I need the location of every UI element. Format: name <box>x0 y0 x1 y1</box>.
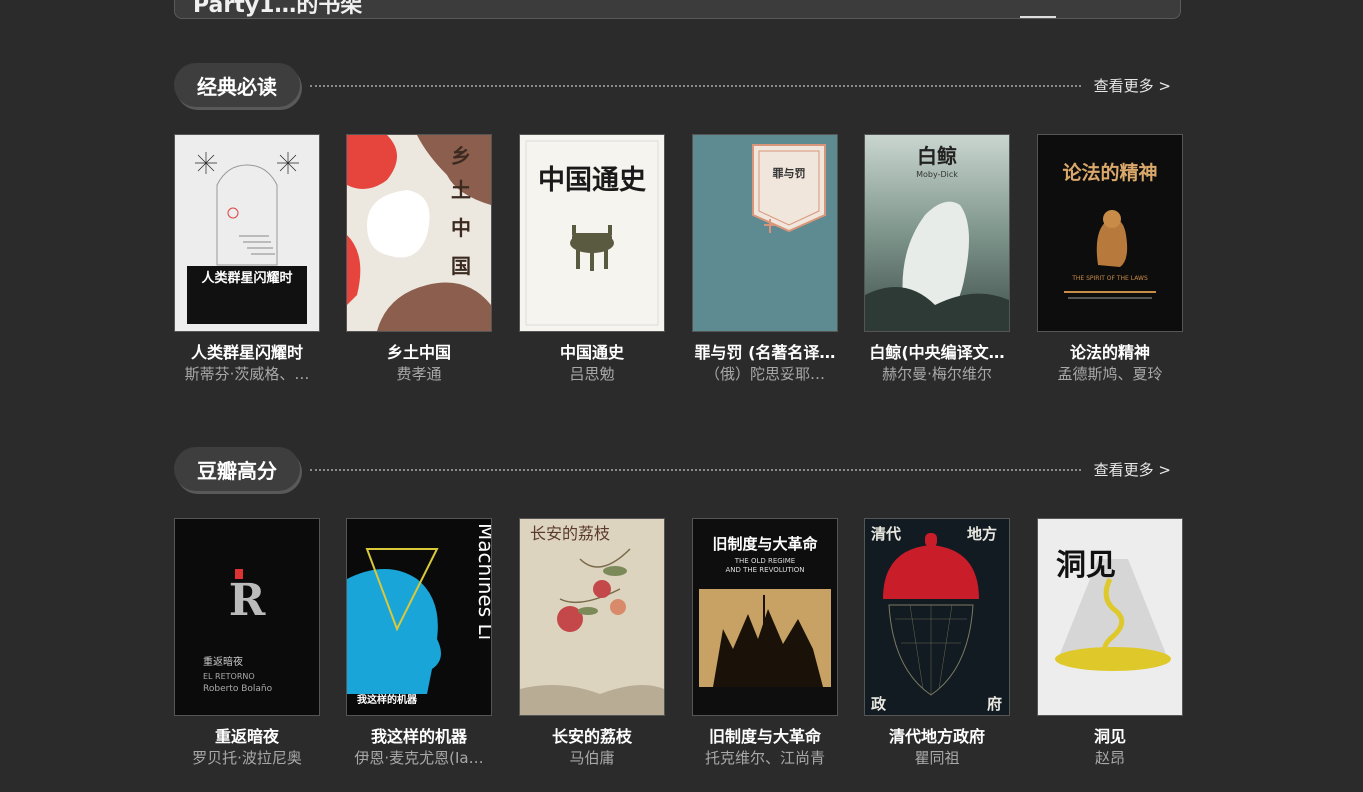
book-cover[interactable]: 洞见 <box>1037 518 1183 716</box>
svg-text:THE SPIRIT OF THE LAWS: THE SPIRIT OF THE LAWS <box>1071 275 1148 282</box>
book-author: 托克维尔、江尚青 <box>704 749 825 767</box>
book-cover[interactable]: 乡 土 中 国 <box>346 134 492 332</box>
cover-title: 白鲸 <box>917 144 957 168</box>
see-more-link[interactable]: 查看更多 > <box>1094 75 1171 96</box>
see-more-link[interactable]: 查看更多 > <box>1094 459 1171 480</box>
book-card[interactable]: 人类群星闪耀时 人类群星闪耀时 斯蒂芬·茨威格、… <box>174 134 320 384</box>
book-cover[interactable]: 旧制度与大革命 THE OLD REGIME AND THE REVOLUTIO… <box>692 518 838 716</box>
svg-text:EL RETORNO: EL RETORNO <box>203 672 255 681</box>
book-title[interactable]: 旧制度与大革命 <box>692 723 838 745</box>
book-title[interactable]: 长安的荔枝 <box>519 723 665 745</box>
book-card[interactable]: 中国通史 中国通史 吕思勉 <box>519 134 665 384</box>
book-author: 伊恩·麦克尤恩(Ia… <box>354 749 484 767</box>
book-card[interactable]: R 重返暗夜 EL RETORNO Roberto Bolaño 重返暗夜 罗贝… <box>174 518 320 768</box>
cover-title: 长安的荔枝 <box>530 524 610 543</box>
divider <box>310 85 1081 87</box>
book-cover[interactable]: 白鲸 Moby-Dick <box>864 134 1010 332</box>
svg-text:THE OLD REGIME: THE OLD REGIME <box>734 557 795 565</box>
svg-text:Moby-Dick: Moby-Dick <box>916 170 958 179</box>
book-author: 赫尔曼·梅尔维尔 <box>882 365 992 383</box>
book-title[interactable]: 乡土中国 <box>346 339 492 361</box>
book-cover[interactable]: 长安的荔枝 <box>519 518 665 716</box>
book-card[interactable]: 长安的荔枝 长安的荔枝 马伯庸 <box>519 518 665 768</box>
book-author: 费孝通 <box>396 365 442 383</box>
cover-title: 我这样的机器 <box>357 693 418 706</box>
book-list: 人类群星闪耀时 人类群星闪耀时 斯蒂芬·茨威格、… 乡 土 中 国 乡土中国 费… <box>174 134 1183 384</box>
book-author: 吕思勉 <box>569 365 615 383</box>
book-card[interactable]: 罪与罚 罪与罚 (名著名译… （俄）陀思妥耶… <box>692 134 838 384</box>
cover-title: 洞见 <box>1056 548 1116 583</box>
section-douban-top: 豆瓣高分 查看更多 > R 重返暗夜 EL RETORNO Roberto Bo… <box>174 447 1183 768</box>
cover-title: 人类群星闪耀时 <box>201 270 292 286</box>
book-author: 斯蒂芬·茨威格、… <box>184 365 310 383</box>
book-card[interactable]: 乡 土 中 国 乡土中国 费孝通 <box>346 134 492 384</box>
book-cover[interactable]: R 重返暗夜 EL RETORNO Roberto Bolaño <box>174 518 320 716</box>
svg-text:AND THE REVOLUTION: AND THE REVOLUTION <box>725 566 804 574</box>
book-title[interactable]: 洞见 <box>1037 723 1183 745</box>
book-cover[interactable]: 论法的精神 THE SPIRIT OF THE LAWS <box>1037 134 1183 332</box>
book-title[interactable]: 论法的精神 <box>1037 339 1183 361</box>
book-cover[interactable]: 人类群星闪耀时 <box>174 134 320 332</box>
section-header: 经典必读 查看更多 > <box>174 63 1181 111</box>
top-bar: Party1…的书架 <box>174 0 1181 19</box>
cover-title: 论法的精神 <box>1062 161 1157 184</box>
cover-title: 中国通史 <box>538 165 646 196</box>
book-title[interactable]: 人类群星闪耀时 <box>174 339 320 361</box>
svg-text:地方: 地方 <box>967 525 997 543</box>
book-author: 瞿同祖 <box>914 749 960 767</box>
cover-title: 清代 <box>871 525 901 543</box>
book-title[interactable]: 罪与罚 (名著名译… <box>692 339 838 361</box>
book-author: 赵昂 <box>1094 749 1125 767</box>
book-author: 马伯庸 <box>569 749 615 767</box>
book-author: 罗贝托·波拉尼奥 <box>192 749 302 767</box>
svg-text:中: 中 <box>451 216 471 240</box>
book-author: 孟德斯鸠、夏玲 <box>1057 365 1163 383</box>
book-card[interactable]: 旧制度与大革命 THE OLD REGIME AND THE REVOLUTIO… <box>692 518 838 768</box>
svg-text:Machines Li: Machines Li <box>474 523 491 640</box>
svg-text:国: 国 <box>451 254 471 278</box>
shelf-title: Party1…的书架 <box>193 0 363 18</box>
book-author: （俄）陀思妥耶… <box>704 365 825 383</box>
active-tab-indicator <box>1020 16 1056 18</box>
book-title[interactable]: 我这样的机器 <box>346 723 492 745</box>
svg-text:府: 府 <box>987 695 1002 713</box>
section-header: 豆瓣高分 查看更多 > <box>174 447 1181 495</box>
cover-title: R <box>229 575 266 626</box>
book-card[interactable]: Machines Li 我这样的机器 我这样的机器 伊恩·麦克尤恩(Ia… <box>346 518 492 768</box>
book-title[interactable]: 重返暗夜 <box>174 723 320 745</box>
book-card[interactable]: 论法的精神 THE SPIRIT OF THE LAWS 论法的精神 孟德斯鸠、… <box>1037 134 1183 384</box>
book-list: R 重返暗夜 EL RETORNO Roberto Bolaño 重返暗夜 罗贝… <box>174 518 1183 768</box>
book-card[interactable]: 洞见 洞见 赵昂 <box>1037 518 1183 768</box>
divider <box>310 469 1081 471</box>
svg-text:Roberto Bolaño: Roberto Bolaño <box>203 684 273 694</box>
svg-text:重返暗夜: 重返暗夜 <box>203 655 243 668</box>
svg-text:政: 政 <box>871 695 887 713</box>
cover-title: 罪与罚 <box>773 167 806 180</box>
book-title[interactable]: 中国通史 <box>519 339 665 361</box>
svg-text:土: 土 <box>451 178 471 202</box>
book-cover[interactable]: 罪与罚 <box>692 134 838 332</box>
section-classics: 经典必读 查看更多 > 人类群星闪耀时 人类群星闪耀时 斯蒂芬·茨威格、… 乡 … <box>174 63 1183 384</box>
book-title[interactable]: 白鲸(中央编译文… <box>864 339 1010 361</box>
book-cover[interactable]: Machines Li 我这样的机器 <box>346 518 492 716</box>
book-card[interactable]: 白鲸 Moby-Dick 白鲸(中央编译文… 赫尔曼·梅尔维尔 <box>864 134 1010 384</box>
book-cover[interactable]: 清代 地方 政 府 <box>864 518 1010 716</box>
section-title: 经典必读 <box>174 63 300 107</box>
cover-title: 旧制度与大革命 <box>712 535 818 553</box>
book-card[interactable]: 清代 地方 政 府 清代地方政府 瞿同祖 <box>864 518 1010 768</box>
section-title: 豆瓣高分 <box>174 447 300 491</box>
book-cover[interactable]: 中国通史 <box>519 134 665 332</box>
book-title[interactable]: 清代地方政府 <box>864 723 1010 745</box>
cover-title: 乡 <box>451 144 471 168</box>
